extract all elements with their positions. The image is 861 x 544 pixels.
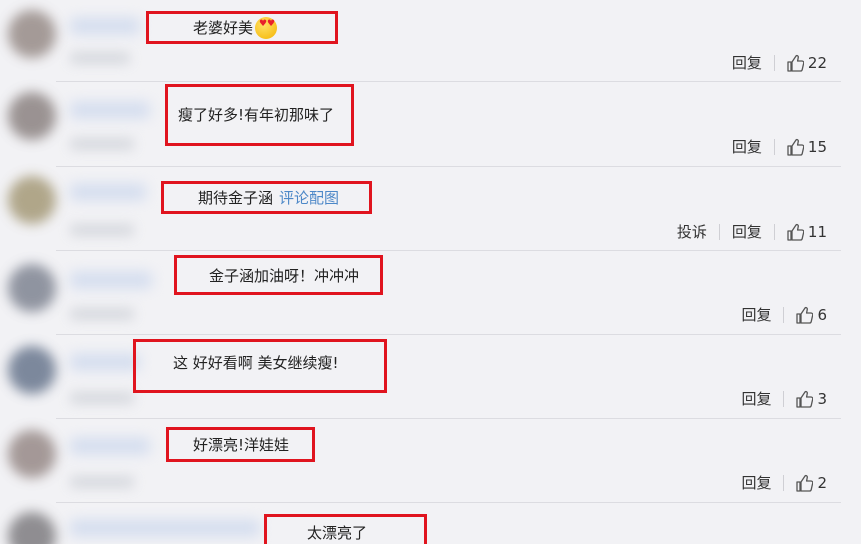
like-button[interactable]: 6 (796, 306, 827, 324)
comment-actions: 回复 3 (741, 388, 827, 409)
avatar[interactable] (8, 92, 56, 140)
report-button[interactable]: 投诉 (677, 221, 707, 242)
comment-item: 瘦了好多!有年初那味了 回复 15 (0, 82, 861, 167)
avatar[interactable] (8, 264, 56, 312)
smiling-face-with-heart-eyes-icon (255, 16, 278, 39)
like-count: 11 (807, 222, 827, 241)
like-count: 22 (807, 53, 827, 72)
avatar[interactable] (8, 10, 56, 58)
avatar[interactable] (8, 346, 56, 394)
timestamp-blurred (70, 224, 134, 236)
comment-text: 金子涵加油呀！冲冲冲 (209, 266, 360, 285)
action-separator (773, 223, 775, 240)
comment-text: 老婆好美 (193, 19, 254, 37)
reply-button[interactable]: 回复 (741, 304, 771, 325)
thumbs-up-icon (796, 474, 814, 492)
like-count: 6 (817, 305, 827, 324)
thumbs-up-icon (787, 223, 804, 241)
like-count: 15 (807, 137, 827, 156)
action-separator (773, 138, 775, 155)
comment-item: 金子涵加油呀！冲冲冲 回复 6 (0, 250, 861, 335)
timestamp-blurred (70, 52, 130, 64)
thumbs-up-icon (796, 306, 814, 324)
comment-actions: 投诉 回复 11 (677, 221, 827, 242)
comment-highlight-box: 好漂亮!洋娃娃 (166, 427, 315, 462)
comment-text: 太漂亮了 (307, 523, 368, 542)
comment-highlight-box: 金子涵加油呀！冲冲冲 (174, 255, 383, 295)
username-blurred[interactable] (70, 354, 140, 370)
action-separator (773, 54, 775, 71)
thumbs-up-icon (796, 390, 814, 408)
thumbs-up-icon (787, 138, 804, 156)
comment-actions: 回复 22 (732, 52, 827, 73)
comment-highlight-box: 这 好好看啊 美女继续瘦! (133, 339, 387, 393)
comment-highlight-box: 老婆好美 (146, 11, 338, 44)
comment-text: 好漂亮!洋娃娃 (193, 436, 290, 454)
avatar[interactable] (8, 176, 56, 224)
comment-text: 期待金子涵 (198, 189, 274, 207)
comment-highlight-box: 瘦了好多!有年初那味了 (165, 84, 354, 146)
like-button[interactable]: 11 (787, 223, 827, 241)
like-button[interactable]: 22 (787, 54, 827, 72)
action-separator (783, 474, 785, 491)
timestamp-blurred (70, 392, 134, 404)
timestamp-blurred (70, 308, 134, 320)
comment-item: 期待金子涵 评论配图 投诉 回复 11 (0, 166, 861, 251)
username-blurred[interactable] (70, 18, 140, 34)
like-button[interactable]: 3 (796, 390, 827, 408)
comment-actions: 回复 6 (741, 304, 827, 325)
reply-button[interactable]: 回复 (732, 221, 762, 242)
username-blurred[interactable] (70, 102, 150, 118)
comment-highlight-box: 太漂亮了 (264, 514, 427, 544)
reply-button[interactable]: 回复 (732, 52, 762, 73)
comment-actions: 回复 2 (741, 472, 827, 493)
comment-text: 这 好好看啊 美女继续瘦! (173, 353, 339, 372)
thumbs-up-icon (787, 54, 804, 72)
reply-button[interactable]: 回复 (741, 472, 771, 493)
action-separator (783, 306, 785, 323)
reply-button[interactable]: 回复 (732, 136, 762, 157)
timestamp-blurred (70, 476, 134, 488)
avatar[interactable] (8, 430, 56, 478)
avatar[interactable] (8, 512, 56, 544)
timestamp-blurred (70, 138, 134, 150)
comment-item: 好漂亮!洋娃娃 回复 2 (0, 418, 861, 503)
action-separator (718, 223, 720, 240)
username-blurred[interactable] (70, 272, 152, 288)
like-button[interactable]: 2 (796, 474, 827, 492)
comment-item: 太漂亮了 (0, 502, 861, 544)
username-blurred[interactable] (70, 438, 150, 454)
comment-list: 老婆好美 回复 22 瘦了好多!有年初那味了 回复 15 (0, 0, 861, 544)
like-button[interactable]: 15 (787, 138, 827, 156)
reply-button[interactable]: 回复 (741, 388, 771, 409)
action-separator (783, 390, 785, 407)
like-count: 2 (817, 473, 827, 492)
comment-image-link[interactable]: 评论配图 (279, 187, 339, 208)
comment-actions: 回复 15 (732, 136, 827, 157)
comment-item: 老婆好美 回复 22 (0, 0, 861, 82)
like-count: 3 (817, 389, 827, 408)
username-blurred[interactable] (70, 520, 260, 536)
comment-item: 这 好好看啊 美女继续瘦! 回复 3 (0, 334, 861, 419)
comment-text: 瘦了好多!有年初那味了 (178, 105, 335, 124)
username-blurred[interactable] (70, 184, 146, 200)
comment-highlight-box: 期待金子涵 评论配图 (161, 181, 372, 214)
